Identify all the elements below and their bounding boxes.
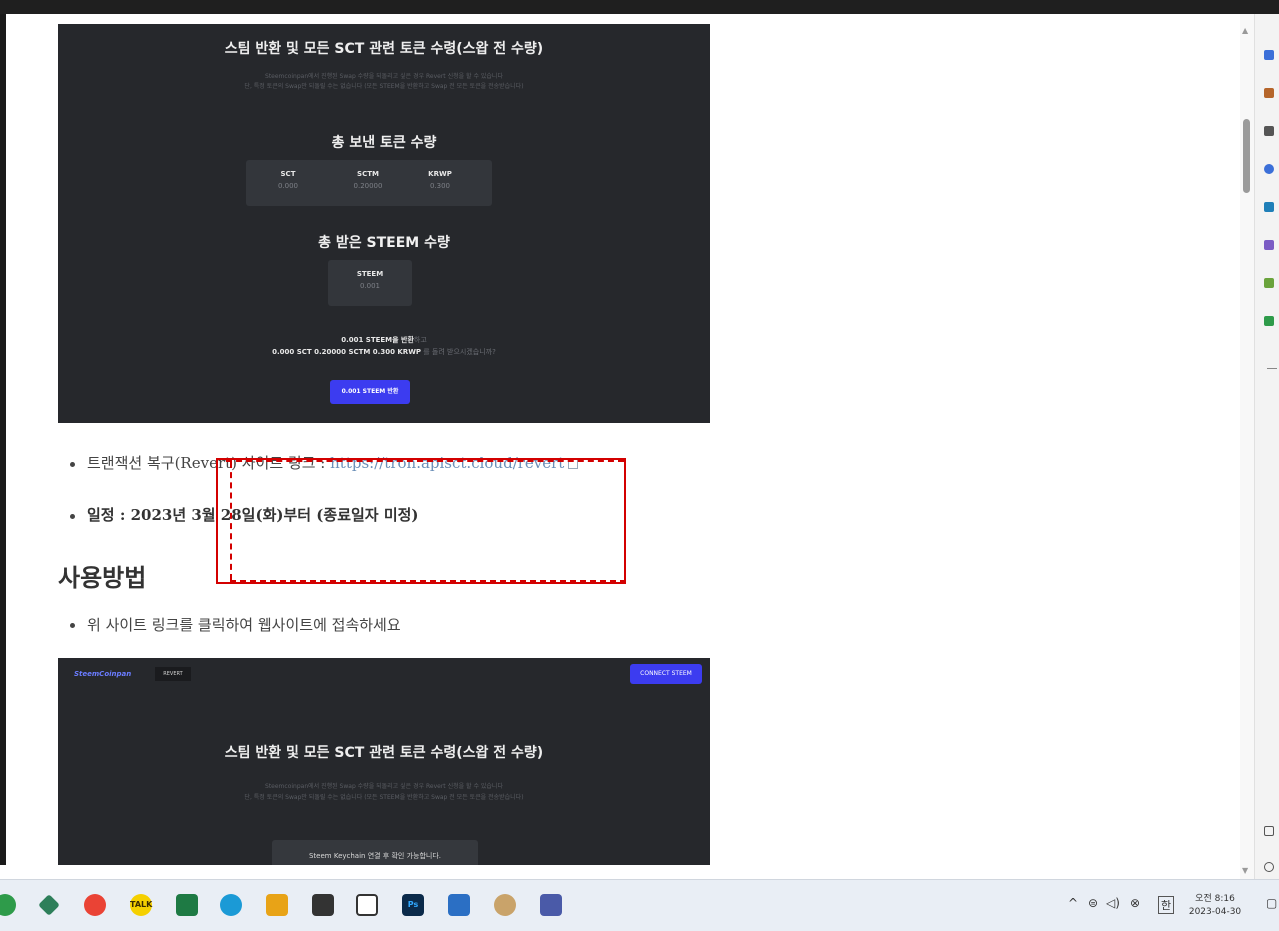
- revert-steem-button: 0.001 STEEM 반환: [330, 380, 410, 404]
- screenshot-title: 스팀 반환 및 모든 SCT 관련 토큰 수령(스왑 전 수량): [224, 745, 544, 761]
- tray-ime-indicator[interactable]: 한: [1158, 896, 1175, 914]
- tray-status-icon[interactable]: ⊗: [1130, 896, 1140, 910]
- side-app-icon[interactable]: [1264, 88, 1274, 98]
- confirm-note-line-1: 0.001 STEEM을 반환하고: [341, 336, 427, 344]
- revert-screenshot-result: 스팀 반환 및 모든 SCT 관련 토큰 수령(스왑 전 수량) Steemco…: [58, 24, 710, 423]
- side-add-icon[interactable]: [1267, 368, 1277, 369]
- bullet-dot: [70, 461, 75, 467]
- windows-taskbar: TALK Ps ^ ⊜ ◁) ⊗ 한 오전 8:16 2023-04-30 ▢: [0, 879, 1279, 931]
- side-app-icon[interactable]: [1264, 278, 1274, 288]
- connect-steem-button: CONNECT STEEM: [630, 664, 702, 684]
- scroll-up-arrow-icon[interactable]: ▲: [1242, 26, 1248, 35]
- article-page: 스팀 반환 및 모든 SCT 관련 토큰 수령(스왑 전 수량) Steemco…: [6, 14, 1240, 865]
- revert-tag: REVERT: [155, 667, 191, 681]
- vertical-scrollbar[interactable]: ▲ ▼: [1240, 14, 1254, 879]
- taskbar-app-icon[interactable]: [38, 894, 60, 916]
- side-panel: [1254, 14, 1279, 879]
- tray-network-icon[interactable]: ⊜: [1088, 896, 1098, 910]
- excel-icon[interactable]: [176, 894, 198, 916]
- bullet-dot: [70, 513, 75, 519]
- sent-sctm: SCTM 0.20000: [353, 170, 383, 190]
- sent-krwp: KRWP 0.300: [428, 170, 452, 190]
- side-app-icon[interactable]: [1264, 240, 1274, 250]
- taskbar-app-icon[interactable]: [540, 894, 562, 916]
- bullet-dot: [70, 623, 75, 628]
- scroll-down-arrow-icon[interactable]: ▼: [1242, 866, 1248, 875]
- tray-chevron-up-icon[interactable]: ^: [1068, 896, 1078, 910]
- received-heading: 총 받은 STEEM 수량: [318, 235, 450, 251]
- scroll-thumb[interactable]: [1243, 119, 1250, 193]
- side-window-icon[interactable]: [1264, 826, 1274, 836]
- screenshot-title: 스팀 반환 및 모든 SCT 관련 토큰 수령(스왑 전 수량): [224, 41, 544, 57]
- chrome-icon[interactable]: [84, 894, 106, 916]
- received-steem-card: STEEM 0.001: [328, 260, 412, 306]
- window-top-bar: [0, 0, 1279, 14]
- usage-heading: 사용방법: [58, 564, 147, 592]
- usage-step-1: 위 사이트 링크를 클릭하여 웹사이트에 접속하세요: [70, 614, 401, 635]
- kakaotalk-icon[interactable]: TALK: [130, 894, 152, 916]
- taskbar-app-icon[interactable]: [220, 894, 242, 916]
- keychain-notice: Steem Keychain 연결 후 확인 가능합니다.: [272, 840, 478, 865]
- sent-heading: 총 보낸 토큰 수량: [331, 135, 437, 151]
- taskbar-app-icon[interactable]: [312, 894, 334, 916]
- red-dashed-bottom: [230, 580, 626, 582]
- screenshot-subtitle-2: 단, 특정 토큰의 Swap만 되돌릴 수는 없습니다 (모든 STEEM을 반…: [244, 794, 524, 801]
- clock-time: 오전 8:16: [1195, 894, 1235, 904]
- media-player-icon[interactable]: [356, 894, 378, 916]
- revert-screenshot-connect: SteemCoinpan REVERT CONNECT STEEM 스팀 반환 …: [58, 658, 710, 865]
- screenshot-subtitle-1: Steemcoinpan에서 진행된 Swap 수량을 되돌리고 싶은 경우 R…: [265, 73, 503, 80]
- red-dashed-top: [226, 460, 624, 462]
- taskbar-app-icon[interactable]: [494, 894, 516, 916]
- side-settings-icon[interactable]: [1264, 862, 1274, 872]
- side-app-icon[interactable]: [1264, 316, 1274, 326]
- taskbar-clock[interactable]: 오전 8:16 2023-04-30: [1187, 893, 1243, 919]
- screenshot-subtitle-1: Steemcoinpan에서 진행된 Swap 수량을 되돌리고 싶은 경우 R…: [265, 783, 503, 790]
- received-steem: STEEM 0.001: [356, 270, 384, 290]
- taskbar-app-icon[interactable]: [0, 894, 16, 916]
- red-highlight-box: [216, 458, 626, 584]
- sent-tokens-card: SCT 0.000 SCTM 0.20000 KRWP 0.300: [246, 160, 492, 206]
- confirm-note-line-2: 0.000 SCT 0.20000 SCTM 0.300 KRWP 를 돌려 받…: [272, 348, 496, 356]
- notification-icon[interactable]: ▢: [1266, 896, 1277, 910]
- hangul-word-icon[interactable]: [448, 894, 470, 916]
- side-app-icon[interactable]: [1264, 202, 1274, 212]
- side-app-icon[interactable]: [1264, 50, 1274, 60]
- side-app-icon[interactable]: [1264, 164, 1274, 174]
- red-dashed-left: [230, 462, 232, 580]
- clock-date: 2023-04-30: [1188, 907, 1242, 917]
- file-explorer-icon[interactable]: [266, 894, 288, 916]
- screenshot-subtitle-2: 단, 특정 토큰의 Swap만 되돌릴 수는 없습니다 (모든 STEEM을 반…: [244, 83, 524, 90]
- side-app-icon[interactable]: [1264, 126, 1274, 136]
- steemcoinpan-logo: SteemCoinpan: [74, 670, 132, 678]
- sent-sct: SCT 0.000: [277, 170, 299, 190]
- tray-volume-icon[interactable]: ◁): [1106, 896, 1120, 910]
- photoshop-icon[interactable]: Ps: [402, 894, 424, 916]
